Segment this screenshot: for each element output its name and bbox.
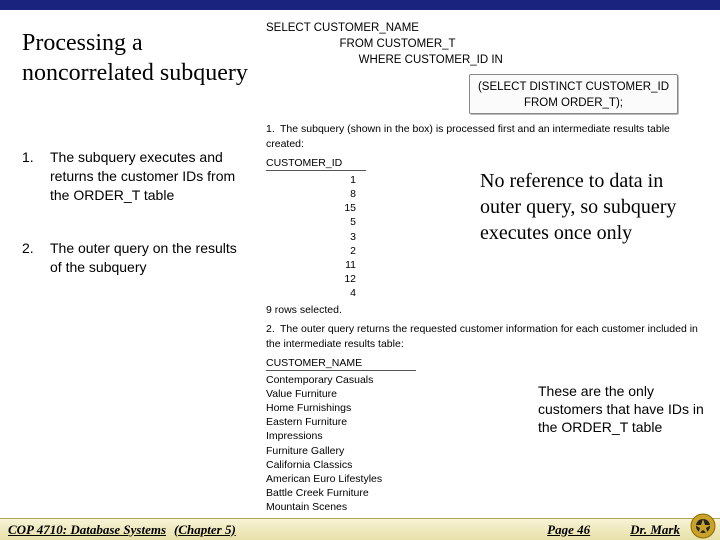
customer-name-value: Furniture Gallery: [266, 444, 708, 458]
step-item-1: 1. The subquery executes and returns the…: [22, 148, 248, 205]
customer-id-value: 5: [266, 215, 356, 229]
sql-box-line-1: (SELECT DISTINCT CUSTOMER_ID: [478, 79, 669, 95]
sql-line-2: FROM CUSTOMER_T: [266, 36, 708, 52]
customer-name-value: American Euro Lifestyles: [266, 472, 708, 486]
left-column: Processing a noncorrelated subquery 1. T…: [0, 10, 260, 518]
customer-id-value: 15: [266, 201, 356, 215]
annotation-no-reference: No reference to data in outer query, so …: [480, 168, 700, 246]
footer: COP 4710: Database Systems (Chapter 5) P…: [0, 518, 720, 540]
column-header-customer-name: CUSTOMER_NAME: [266, 357, 416, 371]
description-2: 2.The outer query returns the requested …: [266, 322, 708, 350]
top-accent-bar: [0, 0, 720, 10]
step-text: The outer query on the results of the su…: [50, 239, 248, 277]
customer-id-list: 181553211124: [266, 173, 356, 301]
desc-text: The outer query returns the requested cu…: [266, 323, 698, 349]
customer-id-value: 1: [266, 173, 356, 187]
right-column: SELECT CUSTOMER_NAME FROM CUSTOMER_T WHE…: [260, 10, 720, 518]
customer-name-value: Battle Creek Furniture: [266, 486, 708, 500]
footer-chapter: (Chapter 5): [166, 522, 236, 538]
sql-line-3: WHERE CUSTOMER_ID IN: [266, 52, 708, 68]
step-number: 1.: [22, 148, 50, 205]
sql-subquery-box: (SELECT DISTINCT CUSTOMER_ID FROM ORDER_…: [469, 74, 678, 114]
desc-text: The subquery (shown in the box) is proce…: [266, 123, 670, 149]
description-1: 1.The subquery (shown in the box) is pro…: [266, 122, 708, 150]
footer-course: COP 4710: Database Systems: [0, 522, 166, 538]
ucf-logo-icon: [690, 513, 716, 539]
sql-line-1: SELECT CUSTOMER_NAME: [266, 20, 708, 36]
step-number: 2.: [22, 239, 50, 277]
footer-page: Page 46: [547, 522, 630, 538]
customer-id-value: 11: [266, 258, 356, 272]
customer-id-value: 8: [266, 187, 356, 201]
customer-name-value: Mountain Scenes: [266, 500, 708, 514]
customer-id-value: 2: [266, 244, 356, 258]
customer-id-value: 4: [266, 286, 356, 300]
customer-name-value: California Classics: [266, 458, 708, 472]
column-header-customer-id: CUSTOMER_ID: [266, 157, 366, 171]
sql-block: SELECT CUSTOMER_NAME FROM CUSTOMER_T WHE…: [266, 20, 708, 114]
desc-num: 1.: [266, 122, 280, 136]
annotation-only-customers: These are the only customers that have I…: [538, 382, 708, 437]
desc-num: 2.: [266, 322, 280, 336]
step-text: The subquery executes and returns the cu…: [50, 148, 248, 205]
sql-box-line-2: FROM ORDER_T);: [478, 95, 669, 111]
customer-id-value: 3: [266, 230, 356, 244]
slide-body: Processing a noncorrelated subquery 1. T…: [0, 10, 720, 518]
customer-id-value: 12: [266, 272, 356, 286]
slide-title: Processing a noncorrelated subquery: [22, 28, 248, 88]
step-list: 1. The subquery executes and returns the…: [22, 148, 248, 276]
rows-selected-1: 9 rows selected.: [266, 304, 708, 316]
step-item-2: 2. The outer query on the results of the…: [22, 239, 248, 277]
